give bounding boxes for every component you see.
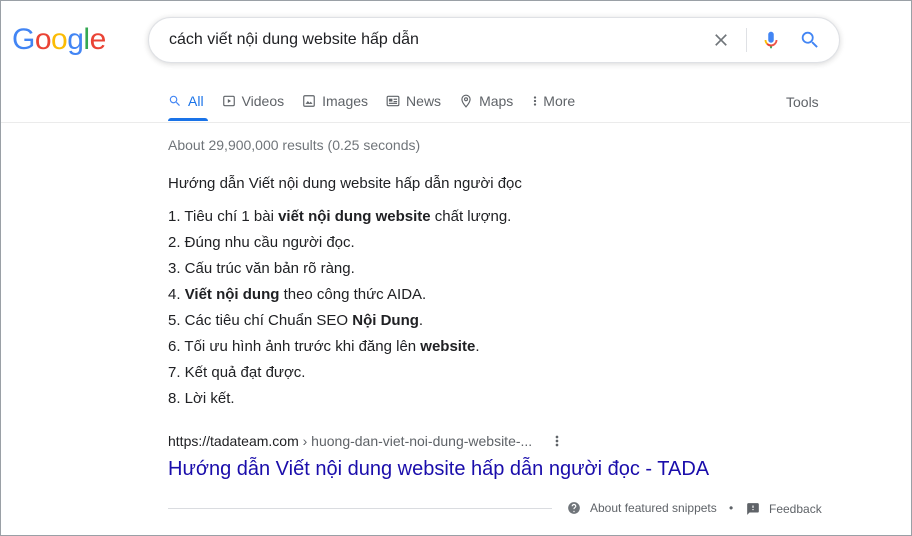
tab-images[interactable]: Images bbox=[302, 88, 368, 114]
microphone-icon[interactable] bbox=[760, 29, 782, 51]
result-domain: https://tadateam.com bbox=[168, 433, 299, 449]
list-item-highlight: website bbox=[420, 338, 476, 355]
list-item-highlight: viết nội dung website bbox=[278, 208, 431, 225]
list-item-highlight: Nội Dung bbox=[352, 312, 419, 329]
result-url[interactable]: https://tadateam.com › huong-dan-viet-no… bbox=[168, 433, 532, 449]
list-item: 7. Kết quả đạt được. bbox=[168, 363, 511, 389]
result-title-link[interactable]: Hướng dẫn Viết nội dung website hấp dẫn … bbox=[168, 458, 709, 481]
search-tabs: All Videos Images News Maps More bbox=[168, 88, 593, 116]
logo-letter: G bbox=[12, 23, 35, 56]
logo-letter: g bbox=[67, 23, 84, 56]
list-item: 3. Cấu trúc văn bản rõ ràng. bbox=[168, 259, 511, 285]
about-featured-snippets-link[interactable]: About featured snippets bbox=[567, 501, 717, 515]
list-item: 2. Đúng nhu cầu người đọc. bbox=[168, 233, 511, 259]
list-item: 6. Tối ưu hình ảnh trước khi đăng lên we… bbox=[168, 337, 511, 363]
close-icon[interactable] bbox=[711, 30, 731, 50]
tab-more[interactable]: More bbox=[531, 88, 575, 114]
list-item-text: . bbox=[418, 312, 424, 329]
google-logo[interactable]: Google bbox=[12, 22, 106, 58]
featured-snippet-list: 1. Tiêu chí 1 bài viết nội dung website … bbox=[168, 207, 511, 415]
list-item: 4. Viết nội dung theo công thức AIDA. bbox=[168, 285, 511, 311]
tab-label: Images bbox=[322, 93, 369, 109]
list-item-text: chất lượng. bbox=[430, 208, 512, 225]
tab-label: More bbox=[543, 93, 576, 109]
header-divider bbox=[1, 122, 910, 123]
logo-letter: o bbox=[51, 23, 68, 56]
tab-label: Maps bbox=[479, 93, 514, 109]
result-path: › huong-dan-viet-noi-dung-website-... bbox=[298, 433, 533, 449]
list-item-text: 5. Các tiêu chí Chuẩn SEO bbox=[168, 312, 353, 329]
tab-label: All bbox=[188, 93, 204, 109]
list-item: 5. Các tiêu chí Chuẩn SEO Nội Dung. bbox=[168, 311, 511, 337]
logo-letter: o bbox=[34, 23, 52, 56]
list-item-highlight: Viết nội dung bbox=[184, 286, 280, 303]
image-icon bbox=[303, 95, 315, 107]
search-box bbox=[148, 17, 840, 63]
list-item-text: 3. Cấu trúc văn bản rõ ràng. bbox=[168, 260, 355, 277]
featured-snippet-heading: Hướng dẫn Viết nội dung website hấp dẫn … bbox=[168, 175, 522, 192]
more-vert-icon bbox=[534, 96, 537, 106]
snippet-divider bbox=[168, 508, 552, 509]
list-item-text: 6. Tối ưu hình ảnh trước khi đăng lên bbox=[168, 338, 421, 355]
search-input[interactable] bbox=[169, 18, 689, 62]
search-icon[interactable] bbox=[799, 29, 821, 51]
search-icon bbox=[169, 95, 180, 106]
feedback-label: Feedback bbox=[769, 502, 822, 516]
help-icon bbox=[568, 502, 580, 514]
list-item-text: 8. Lời kết. bbox=[168, 390, 235, 407]
active-tab-indicator bbox=[168, 118, 208, 121]
news-icon bbox=[386, 95, 400, 107]
separator-dot: • bbox=[729, 501, 734, 515]
tab-videos[interactable]: Videos bbox=[222, 88, 285, 114]
result-stats: About 29,900,000 results (0.25 seconds) bbox=[168, 137, 421, 153]
list-item: 8. Lời kết. bbox=[168, 389, 511, 415]
list-item-text: 7. Kết quả đạt được. bbox=[168, 364, 306, 381]
list-item-text: . bbox=[475, 338, 480, 355]
tab-news[interactable]: News bbox=[386, 88, 441, 114]
map-pin-icon bbox=[461, 94, 471, 108]
tab-all[interactable]: All bbox=[168, 88, 204, 114]
list-item-text: 1. Tiêu chí 1 bài bbox=[168, 208, 279, 225]
feedback-link[interactable]: Feedback bbox=[746, 502, 822, 516]
logo-letter: e bbox=[89, 23, 107, 56]
feedback-icon bbox=[747, 503, 759, 515]
search-divider bbox=[746, 28, 747, 52]
list-item: 1. Tiêu chí 1 bài viết nội dung website … bbox=[168, 207, 511, 233]
tab-label: Videos bbox=[241, 93, 285, 109]
list-item-text: 4. bbox=[168, 286, 185, 303]
list-item-text: theo công thức AIDA. bbox=[279, 286, 427, 303]
tab-maps[interactable]: Maps bbox=[459, 88, 513, 114]
video-icon bbox=[222, 95, 235, 107]
more-vert-icon[interactable] bbox=[551, 433, 563, 449]
about-label: About featured snippets bbox=[590, 501, 717, 515]
tab-label: News bbox=[406, 93, 442, 109]
tools-button[interactable]: Tools bbox=[786, 94, 819, 110]
list-item-text: 2. Đúng nhu cầu người đọc. bbox=[168, 234, 355, 251]
